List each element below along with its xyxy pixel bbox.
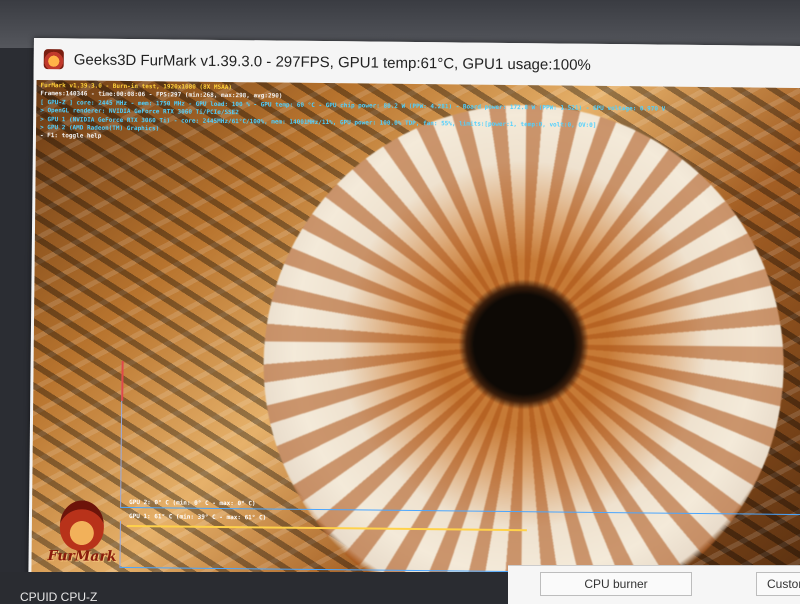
gpu1-temp-line bbox=[126, 524, 527, 532]
cpu-burner-button[interactable]: CPU burner bbox=[540, 572, 692, 596]
furmark-window: Geeks3D FurMark v1.39.3.0 - 297FPS, GPU1… bbox=[28, 38, 800, 592]
logo-text: FurMark bbox=[47, 548, 117, 565]
furmark-logo: FurMark bbox=[47, 500, 118, 571]
render-viewport: FurMark v1.39.3.0 - Burn-in test, 1920x1… bbox=[31, 80, 800, 589]
gpu2-temp-label: GPU 2: 0° C (min: 0° C - max: 0° C) bbox=[129, 499, 256, 508]
osd-overlay: FurMark v1.39.3.0 - Burn-in test, 1920x1… bbox=[40, 82, 666, 147]
gpu1-temp-label: GPU 1: 61° C (min: 39° C - max: 61° C) bbox=[128, 513, 267, 522]
flame-icon bbox=[59, 500, 105, 551]
gpu2-temp-graph: GPU 2: 0° C (min: 0° C - max: 0° C) bbox=[120, 360, 800, 516]
cpuz-label[interactable]: CPUID CPU-Z bbox=[20, 590, 97, 604]
fur-donut-render bbox=[260, 102, 787, 589]
window-title: Geeks3D FurMark v1.39.3.0 - 297FPS, GPU1… bbox=[73, 50, 591, 74]
graph-axis-marker bbox=[121, 360, 124, 401]
furmark-app-icon[interactable] bbox=[43, 49, 64, 70]
custom-button[interactable]: Custom bbox=[756, 572, 800, 596]
